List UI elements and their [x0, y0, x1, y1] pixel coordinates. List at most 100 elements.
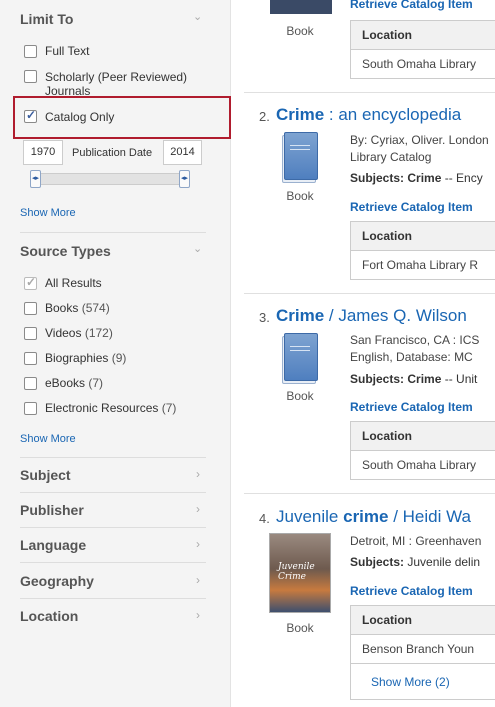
subjects-label: Subjects: [350, 372, 405, 386]
full-text-checkbox[interactable] [24, 45, 37, 58]
biographies-label[interactable]: Biographies (9) [45, 351, 126, 365]
show-more-locations-link[interactable]: Show More (2) [351, 663, 495, 699]
ebooks-text: eBooks [45, 376, 86, 390]
catalog-only-highlight [13, 96, 231, 139]
scholarly-checkbox[interactable] [24, 70, 37, 83]
chevron-right-icon[interactable]: › [196, 467, 200, 481]
all-results-checkbox[interactable] [24, 275, 37, 290]
chevron-right-icon[interactable]: › [196, 502, 200, 516]
location-table: Location South Omaha Library [350, 20, 495, 79]
subject-highlight: Crime [407, 372, 442, 386]
title-rest: : an encyclopedia [324, 105, 462, 124]
location-table: Location Fort Omaha Library R [350, 221, 495, 280]
full-text-label[interactable]: Full Text [45, 44, 89, 58]
biographies-count: (9) [111, 351, 127, 365]
electronic-resources-count: (7) [161, 401, 177, 415]
result-database: Library Catalog [350, 150, 432, 164]
location-header: Location [351, 422, 495, 451]
retrieve-catalog-item-link[interactable]: Retrieve Catalog Item [350, 584, 473, 598]
books-count: (574) [81, 301, 110, 315]
ebooks-count: (7) [88, 376, 104, 390]
location-table: Location South Omaha Library [350, 421, 495, 480]
videos-text: Videos [45, 326, 82, 340]
location-value: Benson Branch Youn [362, 642, 475, 656]
ebooks-checkbox[interactable] [24, 377, 37, 390]
result-separator [244, 92, 495, 93]
facet-language[interactable]: Language [20, 537, 86, 553]
result-number: 4. [259, 511, 270, 526]
videos-count: (172) [84, 326, 113, 340]
book-icon[interactable] [280, 333, 322, 385]
result-separator [244, 493, 495, 494]
electronic-resources-label[interactable]: Electronic Resources (7) [45, 401, 176, 415]
source-show-more-link[interactable]: Show More [20, 433, 76, 445]
limit-to-heading[interactable]: Limit To [20, 11, 73, 27]
slider-left-handle[interactable]: ◂▸ [30, 170, 41, 188]
title-rest: / Heidi Wa [388, 507, 471, 526]
divider [20, 562, 206, 563]
location-table: Location Benson Branch Youn Show More (2… [350, 605, 495, 700]
facet-publisher[interactable]: Publisher [20, 502, 84, 518]
retrieve-catalog-item-link[interactable]: Retrieve Catalog Item [350, 400, 473, 414]
type-label: Book [286, 621, 314, 635]
result-byline: San Francisco, CA : ICS [350, 333, 480, 347]
ebooks-label[interactable]: eBooks (7) [45, 376, 103, 390]
books-checkbox[interactable] [24, 302, 37, 315]
scholarly-label[interactable]: Scholarly (Peer Reviewed) Journals [45, 70, 205, 98]
type-label: Book [286, 24, 314, 38]
retrieve-catalog-item-link[interactable]: Retrieve Catalog Item [350, 0, 473, 11]
result-title-link[interactable]: Juvenile crime / Heidi Wa [276, 507, 471, 527]
retrieve-catalog-item-link[interactable]: Retrieve Catalog Item [350, 200, 473, 214]
book-cover-image[interactable]: Juvenile Crime [269, 533, 331, 613]
result-title-link[interactable]: Crime / James Q. Wilson [276, 306, 467, 326]
subject-rest: -- Unit [441, 372, 478, 386]
divider [20, 598, 206, 599]
book-cover-image[interactable] [270, 0, 332, 14]
divider [20, 492, 206, 493]
date-from-input[interactable]: 1970 [23, 140, 63, 165]
chevron-right-icon[interactable]: › [196, 573, 200, 587]
chevron-down-icon[interactable]: ⌄ [193, 242, 202, 255]
result-byline: Detroit, MI : Greenhaven [350, 534, 482, 548]
result-separator [244, 293, 495, 294]
books-label[interactable]: Books (574) [45, 301, 110, 315]
location-value: South Omaha Library [362, 458, 477, 472]
facet-location[interactable]: Location [20, 608, 78, 624]
result-title-link[interactable]: Crime : an encyclopedia [276, 105, 461, 125]
books-text: Books [45, 301, 79, 315]
subjects-label: Subjects: [350, 171, 405, 185]
result-subjects: Subjects: Juvenile delin [350, 555, 480, 569]
date-to-input[interactable]: 2014 [163, 140, 202, 165]
result-database: English, Database: MC [350, 350, 473, 364]
location-header: Location [351, 21, 495, 50]
slider-right-handle[interactable]: ◂▸ [179, 170, 190, 188]
limit-show-more-link[interactable]: Show More [20, 207, 76, 219]
divider [20, 527, 206, 528]
divider [20, 232, 206, 233]
all-results-label[interactable]: All Results [45, 276, 102, 290]
type-label: Book [286, 389, 314, 403]
biographies-checkbox[interactable] [24, 352, 37, 365]
subject-rest: -- Ency [441, 171, 483, 185]
chevron-right-icon[interactable]: › [196, 608, 200, 622]
cover-title: Juvenile Crime [278, 562, 315, 582]
location-value: South Omaha Library [362, 57, 477, 71]
chevron-right-icon[interactable]: › [196, 537, 200, 551]
date-range-slider[interactable] [31, 173, 189, 185]
chevron-down-icon[interactable]: ⌄ [193, 10, 202, 23]
biographies-text: Biographies [45, 351, 109, 365]
facet-subject[interactable]: Subject [20, 467, 71, 483]
title-highlight: Crime [276, 105, 325, 124]
videos-checkbox[interactable] [24, 327, 37, 340]
videos-label[interactable]: Videos (172) [45, 326, 113, 340]
result-subjects: Subjects: Crime -- Unit [350, 372, 477, 386]
publication-date-label: Publication Date [72, 147, 153, 159]
source-types-heading[interactable]: Source Types [20, 243, 111, 259]
location-header: Location [351, 222, 495, 251]
electronic-resources-checkbox[interactable] [24, 402, 37, 415]
location-value: Fort Omaha Library R [362, 258, 479, 272]
title-rest: / James Q. Wilson [324, 306, 467, 325]
facet-geography[interactable]: Geography [20, 573, 94, 589]
result-byline: By: Cyriax, Oliver. London [350, 133, 489, 147]
book-icon[interactable] [280, 132, 322, 184]
